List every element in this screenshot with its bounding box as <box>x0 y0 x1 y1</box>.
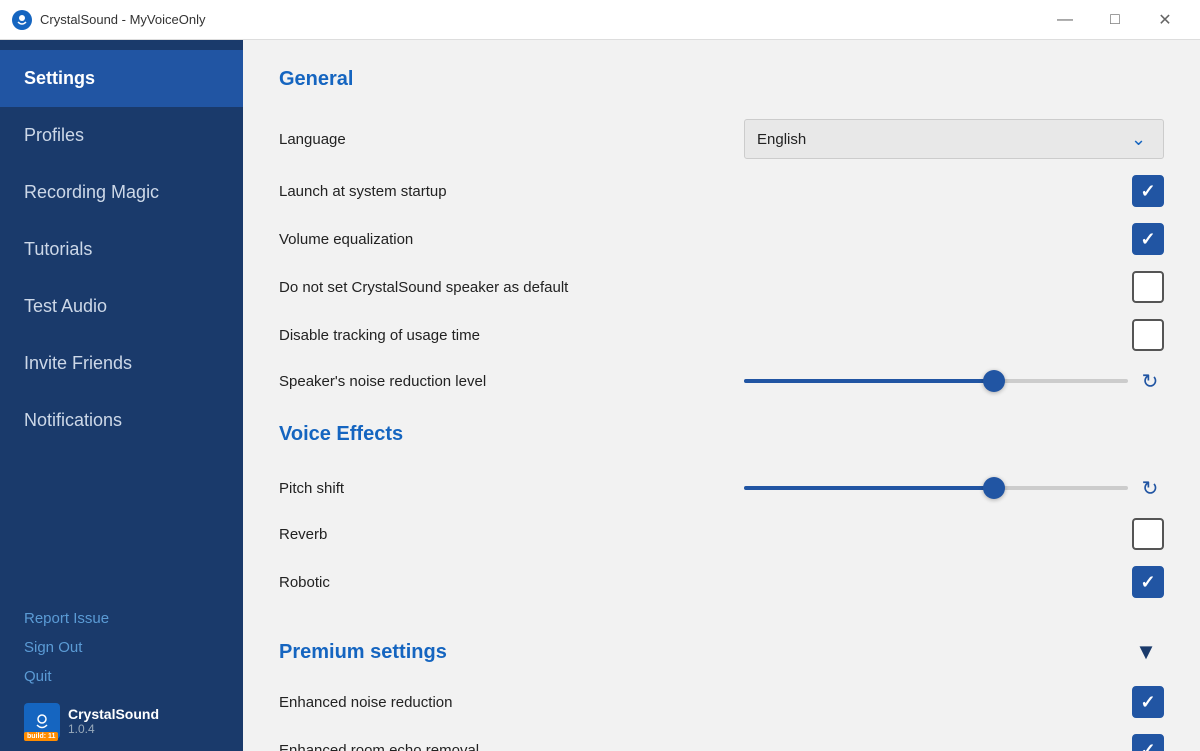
sidebar-item-label-settings: Settings <box>24 68 95 89</box>
noise-reduction-thumb[interactable] <box>983 370 1005 392</box>
voice-effects-section-title: Voice Effects <box>279 423 1164 446</box>
language-dropdown[interactable]: English ⌄ <box>744 119 1164 159</box>
sidebar-item-profiles[interactable]: Profiles <box>0 107 243 164</box>
titlebar: CrystalSound - MyVoiceOnly — □ ✕ <box>0 0 1200 40</box>
sidebar-item-notifications[interactable]: Notifications <box>0 392 243 449</box>
general-section-title: General <box>279 68 1164 91</box>
language-row: Language English ⌄ <box>279 111 1164 167</box>
close-button[interactable]: ✕ <box>1142 4 1188 36</box>
pitch-shift-label: Pitch shift <box>279 480 344 497</box>
pitch-shift-slider[interactable] <box>744 486 1128 490</box>
sidebar-item-tutorials[interactable]: Tutorials <box>0 221 243 278</box>
pitch-shift-reset-button[interactable]: ↻ <box>1136 474 1164 502</box>
window-controls: — □ ✕ <box>1042 4 1188 36</box>
window-title: CrystalSound - MyVoiceOnly <box>40 12 1042 27</box>
sidebar-item-label-test-audio: Test Audio <box>24 296 107 317</box>
pitch-shift-thumb[interactable] <box>983 477 1005 499</box>
enhanced-echo-checkbox[interactable] <box>1132 734 1164 751</box>
volume-eq-row: Volume equalization <box>279 215 1164 263</box>
premium-section-header: Premium settings ▼ <box>279 626 1164 678</box>
minimize-button[interactable]: — <box>1042 4 1088 36</box>
pitch-shift-row: Pitch shift ↻ <box>279 466 1164 510</box>
enhanced-noise-checkbox[interactable] <box>1132 686 1164 718</box>
enhanced-noise-label: Enhanced noise reduction <box>279 694 452 711</box>
noise-reduction-row: Speaker's noise reduction level ↻ <box>279 359 1164 403</box>
premium-section-title: Premium settings <box>279 641 447 664</box>
sidebar-item-recording-magic[interactable]: Recording Magic <box>0 164 243 221</box>
noise-reduction-label: Speaker's noise reduction level <box>279 373 486 390</box>
noise-reduction-slider[interactable] <box>744 379 1128 383</box>
noise-reduction-fill <box>744 379 994 383</box>
brand: build: 11 CrystalSound 1.0.4 <box>24 703 219 739</box>
build-badge: build: 11 <box>24 732 58 741</box>
maximize-button[interactable]: □ <box>1092 4 1138 36</box>
sidebar-item-label-notifications: Notifications <box>24 410 122 431</box>
no-default-speaker-checkbox[interactable] <box>1132 271 1164 303</box>
collapse-arrow-icon: ▼ <box>1135 639 1157 665</box>
sign-out-link[interactable]: Sign Out <box>24 633 219 662</box>
noise-reduction-reset-button[interactable]: ↻ <box>1136 367 1164 395</box>
premium-collapse-button[interactable]: ▼ <box>1128 634 1164 670</box>
enhanced-echo-row: Enhanced room echo removal <box>279 726 1164 751</box>
sidebar-nav: Settings Profiles Recording Magic Tutori… <box>0 40 243 588</box>
no-default-speaker-row: Do not set CrystalSound speaker as defau… <box>279 263 1164 311</box>
sidebar-item-test-audio[interactable]: Test Audio <box>0 278 243 335</box>
reverb-label: Reverb <box>279 526 327 543</box>
no-default-speaker-label: Do not set CrystalSound speaker as defau… <box>279 279 568 296</box>
sidebar-item-label-tutorials: Tutorials <box>24 239 92 260</box>
pitch-shift-fill <box>744 486 994 490</box>
sidebar-item-label-profiles: Profiles <box>24 125 84 146</box>
report-issue-link[interactable]: Report Issue <box>24 604 219 633</box>
enhanced-echo-label: Enhanced room echo removal <box>279 742 479 751</box>
sidebar-footer: Report Issue Sign Out Quit build: 11 Cry… <box>0 588 243 751</box>
disable-tracking-label: Disable tracking of usage time <box>279 327 480 344</box>
disable-tracking-row: Disable tracking of usage time <box>279 311 1164 359</box>
sidebar: Settings Profiles Recording Magic Tutori… <box>0 40 243 751</box>
enhanced-noise-row: Enhanced noise reduction <box>279 678 1164 726</box>
language-value: English <box>757 131 806 148</box>
language-label: Language <box>279 131 346 148</box>
launch-startup-label: Launch at system startup <box>279 183 447 200</box>
app-icon <box>12 10 32 30</box>
app-body: Settings Profiles Recording Magic Tutori… <box>0 40 1200 751</box>
main-content: General Language English ⌄ Launch at sys… <box>243 40 1200 751</box>
brand-version: 1.0.4 <box>68 722 159 736</box>
quit-link[interactable]: Quit <box>24 662 219 691</box>
brand-logo: build: 11 <box>24 703 60 739</box>
reverb-row: Reverb <box>279 510 1164 558</box>
volume-eq-label: Volume equalization <box>279 231 413 248</box>
robotic-row: Robotic <box>279 558 1164 606</box>
launch-startup-checkbox[interactable] <box>1132 175 1164 207</box>
disable-tracking-checkbox[interactable] <box>1132 319 1164 351</box>
sidebar-item-invite-friends[interactable]: Invite Friends <box>0 335 243 392</box>
dropdown-arrow-icon: ⌄ <box>1131 129 1151 149</box>
sidebar-item-settings[interactable]: Settings <box>0 50 243 107</box>
brand-name: CrystalSound <box>68 706 159 722</box>
sidebar-item-label-invite-friends: Invite Friends <box>24 353 132 374</box>
robotic-label: Robotic <box>279 574 330 591</box>
launch-startup-row: Launch at system startup <box>279 167 1164 215</box>
sidebar-item-label-recording-magic: Recording Magic <box>24 182 159 203</box>
reverb-checkbox[interactable] <box>1132 518 1164 550</box>
volume-eq-checkbox[interactable] <box>1132 223 1164 255</box>
brand-name-version: CrystalSound 1.0.4 <box>68 706 159 736</box>
robotic-checkbox[interactable] <box>1132 566 1164 598</box>
